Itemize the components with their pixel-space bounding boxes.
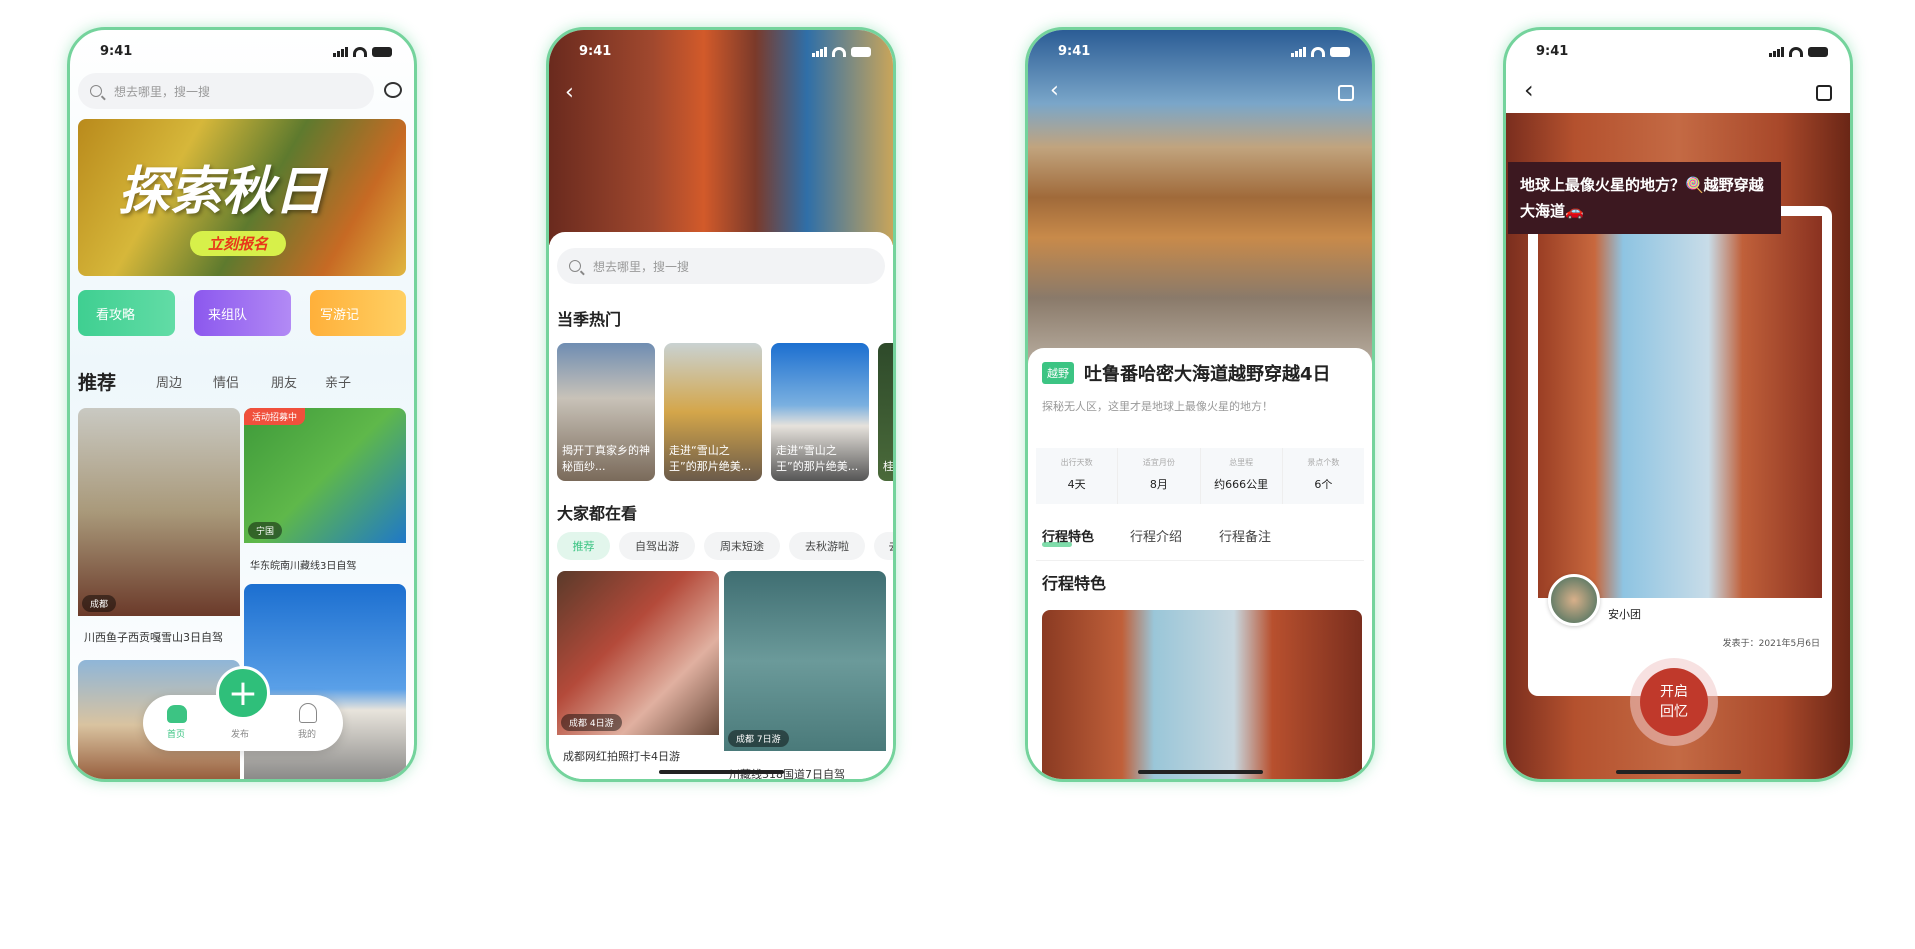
trip-title: 吐鲁番哈密大海道越野穿越4日 [1084, 364, 1331, 385]
home-indicator [1138, 770, 1263, 774]
home-indicator [659, 770, 784, 774]
signup-button[interactable]: 立刻报名 [190, 231, 287, 256]
wifi-icon [353, 47, 367, 57]
card-image[interactable]: 成都 [78, 408, 240, 616]
status-bar: 9:41 [549, 44, 893, 64]
status-bar: 9:41 [1028, 44, 1372, 64]
guide-button[interactable]: 看攻略 [78, 290, 175, 336]
section-title: 大家都在看 [557, 504, 638, 523]
category-tag: 越野 [1042, 362, 1074, 384]
card-title[interactable]: 川藏线318国道7日自驾 [729, 766, 845, 779]
card-image[interactable]: 成都 4日游 [557, 571, 719, 735]
tab-recommend[interactable]: 推荐 [78, 368, 116, 395]
nav-publish[interactable]: 发布 [231, 727, 249, 740]
home-indicator [1616, 770, 1741, 774]
tab-friends[interactable]: 朋友 [271, 372, 297, 391]
signal-icon [1291, 47, 1306, 57]
chip-more[interactable]: 去 [874, 532, 893, 560]
memory-title: 地球上最像火星的地方？🍭越野穿越大海道🚗 [1508, 162, 1781, 234]
battery-icon [1330, 47, 1350, 57]
hot-card[interactable]: 走进“雪山之王”的那片绝美... [664, 343, 762, 481]
card-title[interactable]: 华东皖南川藏线3日自驾 [250, 557, 356, 572]
card-title[interactable]: 成都网红拍照打卡4日游 [563, 748, 680, 764]
tab-features[interactable]: 行程特色 [1042, 526, 1094, 545]
phone-memory: 9:41 ‹ 安小团 发表于：2021年5月6日 地球上最像火星的地方？🍭越野穿… [1503, 27, 1853, 782]
back-icon[interactable]: ‹ [565, 80, 574, 105]
card-image[interactable]: 活动招募中 宁国 [244, 408, 406, 543]
battery-icon [1808, 47, 1828, 57]
tab-couple[interactable]: 情侣 [213, 372, 239, 391]
card-title[interactable]: 川西鱼子西贡嘎雪山3日自驾 [84, 629, 223, 645]
wifi-icon [1311, 47, 1325, 57]
signal-icon [333, 47, 348, 57]
status-bar: 9:41 [1506, 44, 1850, 64]
nav-mine[interactable]: 我的 [298, 727, 316, 740]
search-input[interactable]: 想去哪里，搜一搜 [557, 248, 885, 284]
team-button[interactable]: 来组队 [194, 290, 291, 336]
back-icon[interactable]: ‹ [1050, 78, 1059, 103]
banner[interactable]: 探索秋日 立刻报名 [78, 119, 406, 276]
event-badge: 活动招募中 [244, 408, 306, 425]
search-icon [569, 260, 581, 272]
trip-stats: 出行天数 4天 适宜月份 8月 总里程 约666公里 景点个数 6个 [1036, 448, 1364, 504]
message-icon[interactable] [384, 82, 402, 98]
search-icon [90, 85, 102, 97]
hero-image [1028, 30, 1372, 365]
memory-photo[interactable] [1538, 216, 1822, 598]
hot-card[interactable]: 走进“雪山之王”的那片绝美... [771, 343, 869, 481]
signal-icon [1769, 47, 1784, 57]
wifi-icon [832, 47, 846, 57]
avatar[interactable] [1548, 574, 1600, 626]
chip-autumn[interactable]: 去秋游啦 [789, 532, 865, 560]
share-icon[interactable] [1816, 85, 1832, 101]
phone-home: 9:41 想去哪里，搜一搜 探索秋日 立刻报名 看攻略 来组队 写游记 推荐 周… [67, 27, 417, 782]
phone-search: 9:41 ‹ 想去哪里，搜一搜 当季热门 揭开丁真家乡的神秘面纱... 走进“雪… [546, 27, 896, 782]
hot-card[interactable]: 桂 [878, 343, 893, 481]
publish-plus-button[interactable]: + [216, 666, 270, 720]
signal-icon [812, 47, 827, 57]
section-title: 当季热门 [557, 310, 622, 329]
tab-family[interactable]: 亲子 [325, 372, 351, 391]
tab-nearby[interactable]: 周边 [156, 372, 182, 391]
post-date: 发表于：2021年5月6日 [1722, 639, 1820, 649]
card-image[interactable]: 成都 7日游 [724, 571, 886, 751]
search-input[interactable]: 想去哪里，搜一搜 [78, 73, 374, 109]
section-title: 行程特色 [1042, 574, 1107, 593]
phone-detail: 9:41 ‹ 越野 吐鲁番哈密大海道越野穿越4日 探秘无人区，这里才是地球上最像… [1025, 27, 1375, 782]
profile-icon[interactable] [299, 703, 317, 723]
battery-icon [851, 47, 871, 57]
memory-card: 安小团 发表于：2021年5月6日 [1528, 206, 1832, 696]
chip-selfdrive[interactable]: 自驾出游 [619, 532, 695, 560]
battery-icon [372, 47, 392, 57]
back-icon[interactable]: ‹ [1524, 76, 1534, 104]
author-name: 安小团 [1608, 608, 1641, 621]
home-icon[interactable] [167, 705, 187, 723]
share-icon[interactable] [1338, 85, 1354, 101]
divider [1036, 560, 1364, 561]
feature-image[interactable] [1042, 610, 1362, 779]
hot-card[interactable]: 揭开丁真家乡的神秘面纱... [557, 343, 655, 481]
nav-home[interactable]: 首页 [167, 727, 185, 740]
tab-intro[interactable]: 行程介绍 [1130, 526, 1182, 545]
wifi-icon [1789, 47, 1803, 57]
travelogue-button[interactable]: 写游记 [310, 290, 406, 336]
tab-notes[interactable]: 行程备注 [1219, 526, 1271, 545]
chip-recommend[interactable]: 推荐 [557, 532, 610, 560]
status-bar: 9:41 [70, 44, 414, 64]
open-memory-button[interactable]: 开启 回忆 [1640, 668, 1708, 736]
chip-weekend[interactable]: 周末短途 [704, 532, 780, 560]
trip-subtitle: 探秘无人区，这里才是地球上最像火星的地方！ [1042, 400, 1273, 413]
